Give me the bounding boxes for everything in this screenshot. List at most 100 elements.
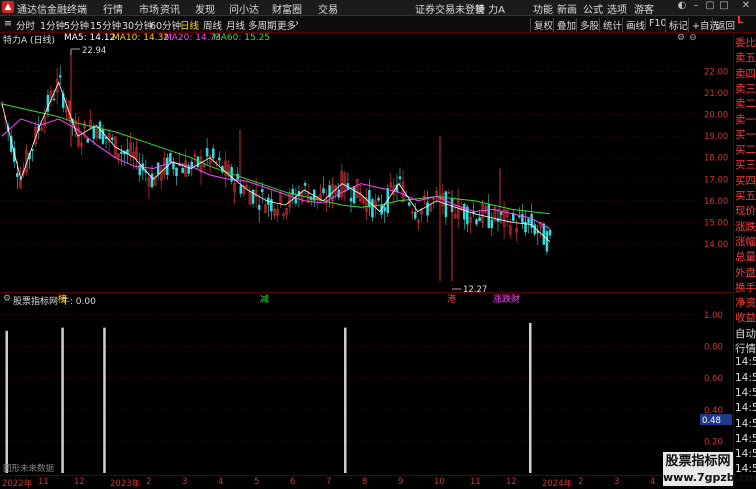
button-stats[interactable]: 统计	[599, 18, 622, 32]
candle-body	[368, 190, 371, 208]
tab-15min[interactable]: 15分钟	[90, 18, 121, 32]
date-tick: 10	[434, 477, 445, 487]
indicator-axis-labels: 1.000.800.600.400.20	[704, 311, 723, 447]
candle-body	[205, 148, 209, 157]
minimize-icon[interactable]: –	[690, 0, 702, 14]
tab-60min[interactable]: 60分钟	[150, 18, 181, 32]
price-label: 18.00	[704, 154, 728, 164]
menu-formula[interactable]: 公式	[583, 1, 603, 16]
indicator-value-label: 1.00	[704, 311, 723, 321]
candle-body	[172, 162, 175, 170]
button-f10[interactable]: F10	[645, 18, 667, 29]
tab-1min[interactable]: 1分钟	[40, 18, 65, 32]
date-tick: 3	[614, 477, 620, 487]
sidebar-label: 涨跌	[735, 220, 756, 233]
sidebar-label: 卖二	[735, 98, 756, 111]
tab-more[interactable]: 更多	[277, 18, 296, 32]
sidebar-label: 卖五	[735, 52, 756, 65]
candle-body	[156, 162, 160, 175]
indicator-spike	[528, 322, 532, 473]
menu-wealth[interactable]: 财富圈	[272, 1, 302, 16]
button-adjust[interactable]: 复权	[530, 18, 553, 32]
button-multi-stock[interactable]: 多股	[576, 18, 599, 32]
price-chart[interactable]: 22.00 21.00 20.00 19.00 18.00 17.00 16.00 15.00…	[0, 45, 733, 293]
sidebar-label: 现价	[735, 205, 756, 218]
user-label[interactable]: 游客	[634, 1, 654, 16]
ma5-value: MA5: 14.12	[64, 33, 116, 43]
indicator-chart[interactable]: 1.000.800.600.400.20 0.48 图形未来数据	[0, 305, 733, 475]
event-tag-4[interactable]: 涨跌财	[493, 292, 520, 305]
more-chevron-icon[interactable]: ›	[295, 18, 299, 29]
menu-function[interactable]: 功能	[533, 1, 553, 16]
watermark-line2: www.7gpzb.com	[663, 471, 756, 484]
candle-body	[398, 176, 402, 180]
indicator-footer-text: 图形未来数据	[3, 463, 55, 474]
candle-body	[169, 153, 172, 163]
menu-trade[interactable]: 交易	[318, 1, 338, 16]
home-icon[interactable]: ≡	[4, 18, 12, 29]
indicator-value-label: 0.60	[704, 374, 723, 384]
tab-5min[interactable]: 5分钟	[64, 18, 89, 32]
watermark-line1: 股票指标网	[665, 454, 731, 469]
menu-market[interactable]: 市场	[139, 1, 159, 16]
settings-gear-icon[interactable]: ⚙	[677, 33, 685, 43]
title-bar: ▲ 通达信金融终端 行情 市场 资讯 发现 问小达 财富圈 交易 证券交易未登录…	[0, 0, 756, 16]
sidebar-label: 14:5	[735, 371, 756, 384]
sidebar-label: 总量	[735, 251, 756, 264]
candle-body	[518, 215, 521, 218]
event-tag-3[interactable]: 港	[447, 292, 456, 305]
menu-options[interactable]: 选项	[607, 1, 627, 16]
date-tick: 8	[362, 477, 368, 487]
candle-body	[463, 204, 466, 220]
price-label: 16.00	[704, 197, 728, 207]
menu-discover[interactable]: 发现	[195, 1, 215, 16]
menu-quotes[interactable]: 行情	[103, 1, 123, 16]
date-tick: 2023年	[110, 479, 141, 489]
button-back[interactable]: 返回	[712, 18, 735, 32]
date-tick: 5	[254, 477, 260, 487]
button-overlay[interactable]: 叠加	[553, 18, 576, 32]
menu-ask[interactable]: 问小达	[229, 1, 259, 16]
sidebar-label: 买四	[735, 174, 756, 187]
event-tag-2[interactable]: 减	[260, 292, 269, 305]
current-value: 0.48	[702, 416, 721, 426]
candle-body	[349, 197, 353, 202]
button-mark[interactable]: 标记	[665, 18, 688, 32]
collapse-icon[interactable]: ⊖	[689, 33, 697, 43]
candle-body	[352, 186, 356, 204]
candle-body	[260, 189, 264, 193]
tab-monthly[interactable]: 月线	[226, 18, 245, 32]
menu-new-draw[interactable]: 新画	[557, 1, 577, 16]
date-tick: 11	[38, 477, 49, 487]
tab-intraday[interactable]: 分时	[16, 18, 35, 32]
menu-news[interactable]: 资讯	[160, 1, 180, 16]
price-axis-labels: 22.00 21.00 20.00 19.00 18.00 17.00 16.00 15.00…	[704, 68, 728, 250]
ma-info-bar: 特力A (日线) MA5: 14.12 MA10: 14.32 MA20: 14…	[0, 33, 756, 46]
candle-body	[257, 204, 261, 210]
indicator-gear-icon[interactable]: ⚙	[3, 294, 11, 304]
tab-daily[interactable]: 日线	[180, 18, 199, 32]
close-icon[interactable]: ✕	[740, 0, 752, 14]
skin-icon[interactable]: ◐	[676, 0, 688, 14]
date-tick: 6	[290, 477, 296, 487]
ma-line-ma60	[1, 103, 551, 215]
sidebar-label: 外盘	[735, 266, 756, 279]
tab-weekly[interactable]: 周线	[203, 18, 222, 32]
tab-30min[interactable]: 30分钟	[122, 18, 153, 32]
maximize-icon[interactable]: □	[718, 0, 730, 14]
candle-body	[407, 202, 411, 206]
date-tick: 2	[578, 477, 584, 487]
sidebar-label: 自动	[735, 327, 756, 340]
candle-body	[545, 231, 549, 252]
button-draw-lines[interactable]: 画线	[622, 18, 645, 32]
date-tick: 2022年	[2, 479, 33, 489]
sidebar-label: 卖三	[735, 82, 756, 95]
restore-icon[interactable]: ▢	[704, 0, 716, 14]
sidebar-label: 14:5	[735, 356, 756, 369]
tab-multi-period[interactable]: 多周期	[248, 18, 277, 32]
price-label: 22.00	[704, 68, 728, 78]
candle-body	[110, 137, 114, 140]
sidebar-label: 买三	[735, 159, 756, 172]
candle-body	[548, 229, 552, 236]
candle-body	[175, 167, 178, 177]
